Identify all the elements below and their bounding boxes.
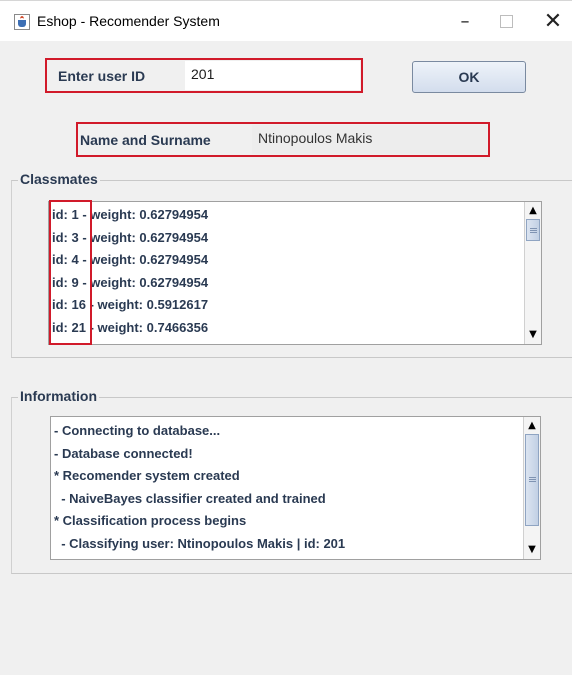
- scroll-thumb[interactable]: [526, 219, 540, 241]
- ok-button[interactable]: OK: [412, 61, 526, 93]
- main-content: Enter user ID 201 OK Name and Surname Nt…: [0, 40, 572, 675]
- window-title: Eshop - Recomender System: [37, 13, 220, 29]
- classmate-weight: - weight: 0.62794954: [78, 274, 209, 290]
- log-line: - Connecting to database...: [54, 423, 221, 438]
- information-scrollbar[interactable]: ▲ ▼: [523, 417, 540, 559]
- maximize-button[interactable]: [483, 5, 529, 37]
- name-label: Name and Surname: [80, 132, 211, 148]
- classmate-weight: - weight: 0.62794954: [78, 252, 209, 267]
- list-item[interactable]: id: 4 - weight: 0.62794954: [49, 249, 541, 272]
- scroll-down-arrow-icon[interactable]: ▼: [526, 327, 540, 343]
- scroll-down-arrow-icon[interactable]: ▼: [525, 542, 539, 558]
- log-line: - NaiveBayes classifier created and trai…: [54, 490, 326, 506]
- classmates-list[interactable]: id: 1 - weight: 0.62794954 id: 3 - weight…: [48, 201, 542, 345]
- classmates-title: Classmates: [18, 171, 100, 187]
- information-log[interactable]: - Connecting to database... - Database co…: [50, 416, 541, 560]
- app-window: Eshop - Recomender System – ✕ Enter user…: [0, 0, 572, 675]
- log-line: * Recomender system created: [54, 468, 240, 483]
- information-title: Information: [18, 388, 99, 404]
- title-bar[interactable]: Eshop - Recomender System – ✕: [0, 0, 572, 41]
- minimize-icon: –: [460, 10, 470, 32]
- ids-highlight: [49, 200, 92, 345]
- list-item[interactable]: id: 16 - weight: 0.5912617: [49, 294, 541, 317]
- scroll-thumb[interactable]: [525, 434, 539, 526]
- log-line: - Database connected!: [54, 445, 193, 461]
- classmate-weight: - weight: 0.7466356: [85, 319, 209, 335]
- classmate-weight: - weight: 0.5912617: [85, 297, 209, 312]
- classmate-weight: - weight: 0.62794954: [78, 229, 209, 245]
- log-line: * Classification process begins: [54, 513, 247, 528]
- minimize-button[interactable]: –: [442, 5, 488, 37]
- scroll-up-arrow-icon[interactable]: ▲: [526, 203, 540, 219]
- log-line: - Classifying user: Ntinopoulos Makis | …: [54, 535, 346, 551]
- scroll-up-arrow-icon[interactable]: ▲: [525, 418, 539, 434]
- name-field: Ntinopoulos Makis: [252, 125, 487, 154]
- java-cup-icon: [14, 14, 30, 30]
- classmates-scrollbar[interactable]: ▲ ▼: [524, 202, 541, 344]
- list-item[interactable]: id: 3 - weight: 0.62794954: [49, 227, 541, 250]
- list-item[interactable]: id: 9 - weight: 0.62794954: [49, 272, 541, 295]
- user-id-label: Enter user ID: [58, 68, 146, 84]
- classmate-weight: - weight: 0.62794954: [78, 207, 209, 222]
- user-id-input[interactable]: 201: [185, 61, 360, 90]
- list-item[interactable]: id: 21 - weight: 0.7466356: [49, 317, 541, 340]
- maximize-icon: [499, 14, 513, 28]
- close-icon: ✕: [543, 8, 563, 34]
- close-button[interactable]: ✕: [530, 5, 572, 37]
- information-group: Information - Connecting to database... -…: [11, 388, 572, 574]
- classmates-group: Classmates id: 1 - weight: 0.62794954 id:…: [11, 171, 572, 358]
- list-item[interactable]: id: 1 - weight: 0.62794954: [49, 204, 541, 227]
